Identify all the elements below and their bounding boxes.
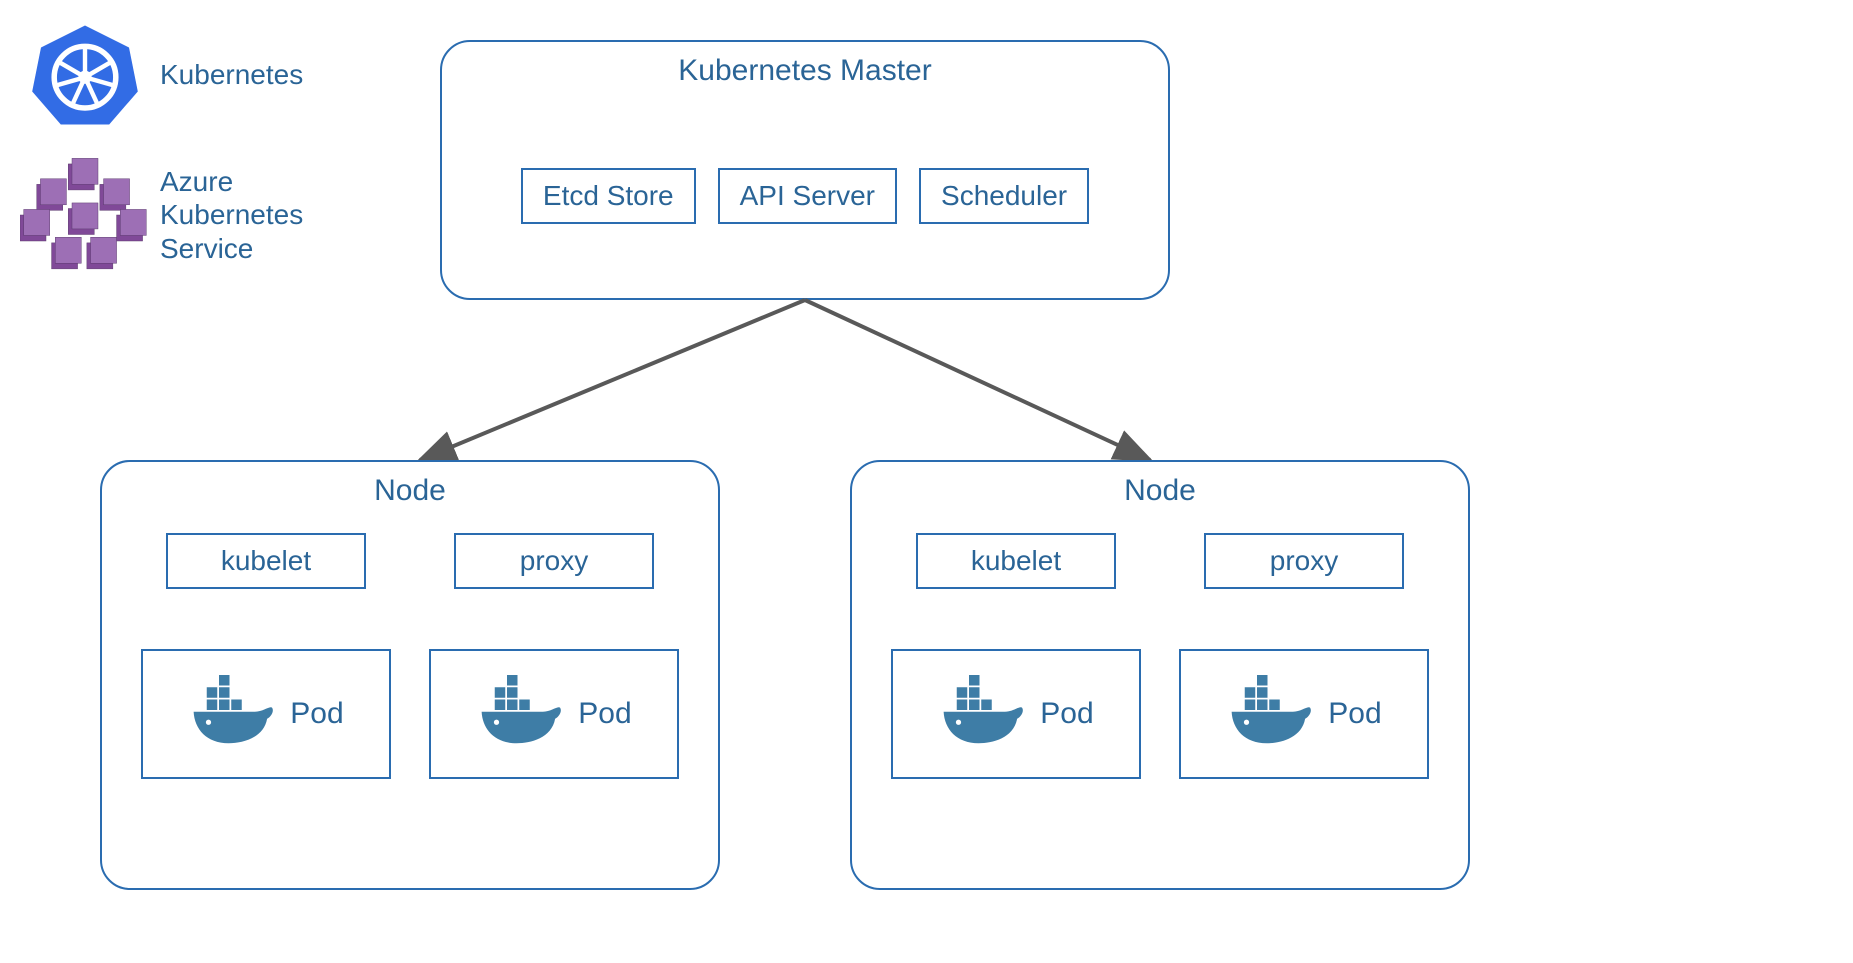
kubernetes-master-box: Kubernetes Master Etcd Store API Server … [440, 40, 1170, 300]
kubernetes-icon [20, 20, 150, 130]
docker-whale-icon [1226, 675, 1316, 753]
pod-label: Pod [290, 697, 343, 731]
node-services-row: kubelet proxy [852, 533, 1468, 589]
aks-line1: Azure [160, 165, 303, 199]
pod-label: Pod [578, 697, 631, 731]
kubelet-box: kubelet [166, 533, 366, 589]
pod-box: Pod [1179, 649, 1429, 779]
aks-line2: Kubernetes [160, 198, 303, 232]
pod-box: Pod [429, 649, 679, 779]
node-title: Node [102, 474, 718, 508]
api-server-box: API Server [718, 168, 897, 224]
kubelet-box: kubelet [916, 533, 1116, 589]
legend: Kubernetes Azure Kubernetes Se [20, 20, 303, 300]
node-services-row: kubelet proxy [102, 533, 718, 589]
node-pods-row: Pod Pod [102, 649, 718, 779]
node-title: Node [852, 474, 1468, 508]
master-components: Etcd Store API Server Scheduler [442, 168, 1168, 224]
legend-kubernetes: Kubernetes [20, 20, 303, 130]
legend-aks: Azure Kubernetes Service [20, 150, 303, 280]
docker-whale-icon [188, 675, 278, 753]
node-box-right: Node kubelet proxy Pod [850, 460, 1470, 890]
pod-box: Pod [891, 649, 1141, 779]
docker-whale-icon [938, 675, 1028, 753]
kubernetes-master-title: Kubernetes Master [442, 54, 1168, 88]
aks-icon [20, 150, 150, 280]
node-pods-row: Pod Pod [852, 649, 1468, 779]
legend-aks-label: Azure Kubernetes Service [160, 165, 303, 266]
proxy-box: proxy [454, 533, 654, 589]
pod-label: Pod [1040, 697, 1093, 731]
pod-label: Pod [1328, 697, 1381, 731]
legend-kubernetes-label: Kubernetes [160, 58, 303, 92]
pod-box: Pod [141, 649, 391, 779]
etcd-store-box: Etcd Store [521, 168, 696, 224]
aks-line3: Service [160, 232, 303, 266]
docker-whale-icon [476, 675, 566, 753]
node-box-left: Node kubelet proxy Pod [100, 460, 720, 890]
proxy-box: proxy [1204, 533, 1404, 589]
scheduler-box: Scheduler [919, 168, 1089, 224]
